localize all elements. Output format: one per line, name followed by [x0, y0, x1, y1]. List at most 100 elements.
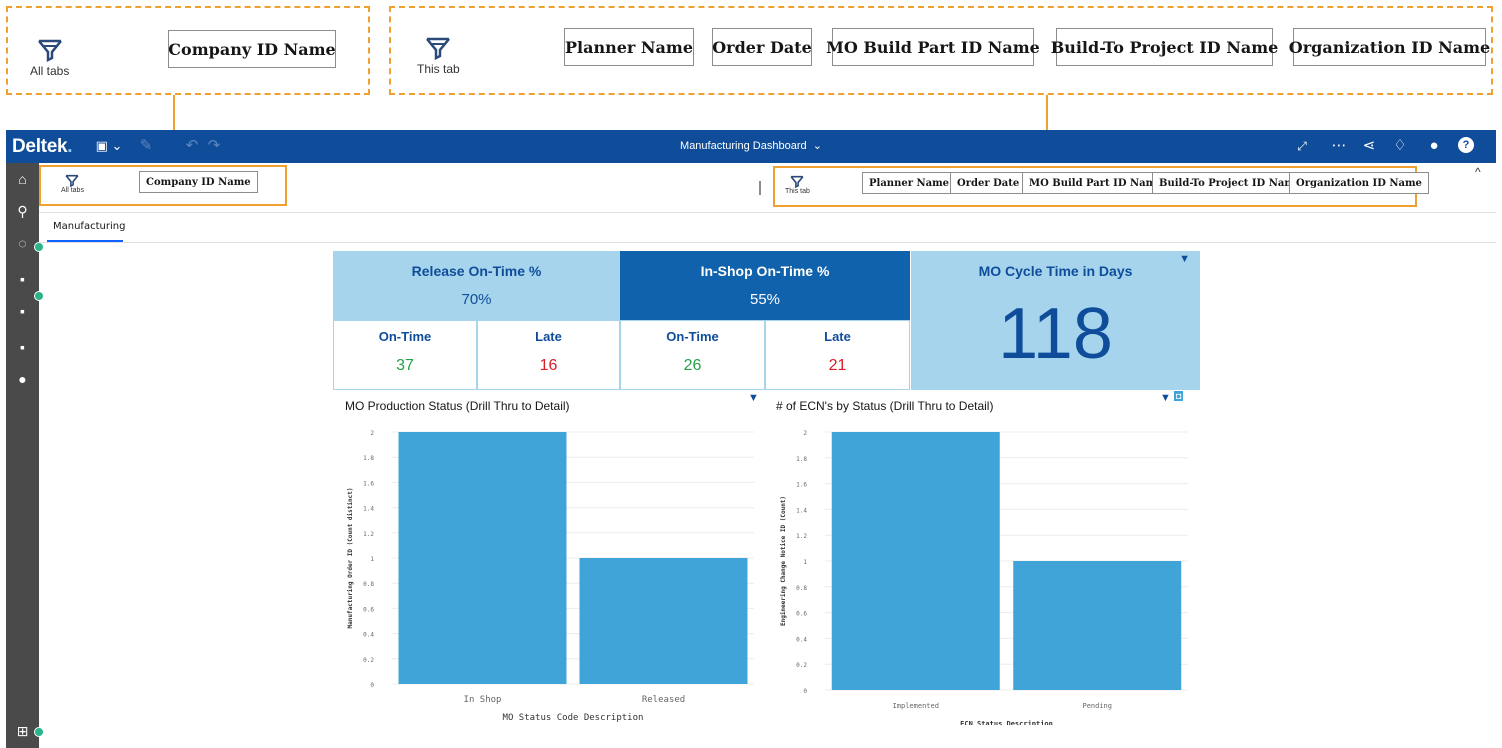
planner-name-filter-chip[interactable]: Planner Name	[862, 172, 957, 194]
pin-icon[interactable]: ◘	[1174, 391, 1184, 401]
y-axis-label: Manufacturing Order ID (Count distinct)	[347, 488, 354, 629]
company-id-filter-pill: Company ID Name	[168, 30, 336, 68]
starred-folder-icon[interactable]: ▪	[6, 339, 39, 355]
chart-title: # of ECN's by Status (Drill Thru to Deta…	[776, 399, 994, 413]
y-tick-label: 0	[803, 688, 807, 695]
all-tabs-filter: All tabs	[30, 38, 69, 78]
y-tick-label: 1.6	[796, 482, 807, 489]
mo-build-part-filter-chip[interactable]: MO Build Part ID Name	[1022, 172, 1170, 194]
on-time-value: 37	[396, 357, 414, 374]
release-on-time-count: On-Time 37	[333, 320, 477, 390]
kpi-value: 55%	[749, 291, 781, 308]
kpi-value: 70%	[461, 291, 492, 308]
dashboard-title[interactable]: Manufacturing Dashboard ⌄	[6, 139, 1496, 152]
organization-id-filter-pill: Organization ID Name	[1289, 28, 1490, 66]
y-tick-label: 1.8	[363, 455, 374, 462]
tab-bar: Manufacturing	[39, 213, 1496, 243]
filter-icon	[790, 175, 805, 188]
y-tick-label: 1.6	[363, 480, 374, 487]
x-axis-label: ECN Status Description	[960, 720, 1053, 725]
y-axis-label: Engineering Change Notice ID (Count)	[780, 496, 787, 626]
this-tab-filter: This tab	[417, 36, 460, 76]
x-axis-label: MO Status Code Description	[503, 713, 644, 723]
share-icon[interactable]: ⋖	[1358, 137, 1380, 155]
y-tick-label: 0	[370, 682, 374, 689]
y-tick-label: 1	[803, 559, 807, 566]
filter-bar: All tabs Company ID Name This tab Planne…	[39, 163, 1496, 213]
more-icon[interactable]: ⋯	[1328, 137, 1350, 155]
y-tick-label: 1.2	[796, 533, 807, 540]
filter-icon[interactable]: ▼	[1160, 392, 1171, 404]
help-icon[interactable]: ?	[1456, 135, 1476, 153]
home-icon[interactable]: ⌂	[6, 171, 39, 187]
inshop-on-time-widget[interactable]: In-Shop On-Time % 55% On-Time 26 Late 21	[620, 251, 910, 390]
notification-dot	[34, 727, 44, 737]
inshop-on-time-count: On-Time 26	[620, 320, 765, 390]
y-tick-label: 0.6	[363, 606, 374, 613]
this-tab-filter-area: This tab Planner Name Order Date MO Buil…	[773, 166, 1429, 207]
build-to-project-filter-pill: Build-To Project ID Name	[1051, 28, 1278, 66]
this-tab-small-label: This tab	[785, 188, 810, 195]
user-icon[interactable]: ●	[1424, 137, 1444, 155]
y-tick-label: 0.6	[796, 611, 807, 618]
kpi-title: Release On-Time %	[411, 263, 542, 279]
release-late-count: Late 16	[477, 320, 620, 390]
on-time-label: On-Time	[378, 329, 432, 344]
y-tick-label: 1.8	[796, 456, 807, 463]
y-tick-label: 0.4	[363, 632, 374, 639]
expand-icon[interactable]: ⤢	[1292, 137, 1312, 155]
late-value: 21	[828, 357, 847, 374]
this-tab-callout: This tab Planner Name Order Date MO Buil…	[389, 6, 1493, 95]
kpi-big-value: 118	[998, 294, 1113, 374]
y-tick-label: 2	[370, 430, 374, 437]
mo-production-status-chart[interactable]: 2 1.8 1.6 1.4 1.2 1 0.8 0.6 0.4 0.2 0 In Shop Releas…	[334, 420, 764, 725]
y-tick-label: 2	[803, 430, 807, 437]
bar	[579, 558, 748, 684]
filter-icon[interactable]: ▼	[1179, 253, 1190, 265]
planner-name-filter-pill: Planner Name	[564, 28, 694, 66]
x-tick-label: In Shop	[464, 695, 502, 705]
bell-icon[interactable]: ♢	[1390, 137, 1410, 155]
notification-dot	[34, 291, 44, 301]
team-folder-icon[interactable]: ▪	[6, 303, 39, 319]
tab-manufacturing[interactable]: Manufacturing	[53, 221, 125, 232]
all-tabs-filter-button[interactable]: All tabs	[61, 174, 84, 194]
x-tick-label: Implemented	[893, 702, 939, 710]
notification-dot	[34, 242, 44, 252]
mo-build-part-filter-pill: MO Build Part ID Name	[826, 28, 1040, 66]
late-label: Late	[535, 329, 562, 344]
y-tick-label: 0.8	[363, 581, 374, 588]
y-tick-label: 1	[370, 556, 374, 563]
all-tabs-small-label: All tabs	[61, 187, 84, 194]
chart-title: MO Production Status (Drill Thru to Deta…	[345, 399, 570, 413]
filter-icon	[37, 39, 62, 62]
mo-cycle-time-widget[interactable]: MO Cycle Time in Days 118 ▼	[911, 251, 1200, 390]
bar	[831, 432, 1000, 690]
kpi-title: In-Shop On-Time %	[700, 263, 830, 279]
all-tabs-filter-area: All tabs Company ID Name	[39, 165, 287, 206]
all-tabs-callout: All tabs Company ID Name	[6, 6, 370, 95]
y-tick-label: 1.2	[363, 531, 374, 538]
filter-icon	[426, 37, 451, 60]
filter-icon[interactable]: ▼	[748, 392, 759, 404]
build-to-project-filter-chip[interactable]: Build-To Project ID Name	[1152, 172, 1309, 194]
this-tab-filter-button[interactable]: This tab	[785, 175, 810, 195]
this-tab-label: This tab	[417, 62, 460, 76]
company-id-filter-chip[interactable]: Company ID Name	[139, 171, 258, 193]
order-date-filter-chip[interactable]: Order Date	[950, 172, 1027, 194]
x-tick-label: Pending	[1082, 702, 1112, 710]
ecn-by-status-chart[interactable]: 2 1.8 1.6 1.4 1.2 1 0.8 0.6 0.4 0.2 0 Implemented Pe…	[770, 420, 1200, 725]
y-tick-label: 0.2	[363, 657, 374, 664]
search-icon[interactable]: ⚲	[6, 203, 39, 220]
recent-icon[interactable]: ●	[6, 371, 39, 387]
on-time-label: On-Time	[666, 329, 719, 344]
divider	[759, 181, 761, 195]
bar	[1013, 561, 1182, 690]
collapse-icon[interactable]: ^	[1475, 165, 1481, 179]
organization-id-filter-chip[interactable]: Organization ID Name	[1289, 172, 1429, 194]
release-on-time-widget[interactable]: Release On-Time % 70% On-Time 37 Late 16	[333, 251, 620, 390]
folder-icon[interactable]: ▪	[6, 271, 39, 287]
chevron-down-icon: ⌄	[812, 140, 822, 152]
active-tab-indicator	[47, 240, 123, 242]
late-label: Late	[824, 329, 851, 344]
